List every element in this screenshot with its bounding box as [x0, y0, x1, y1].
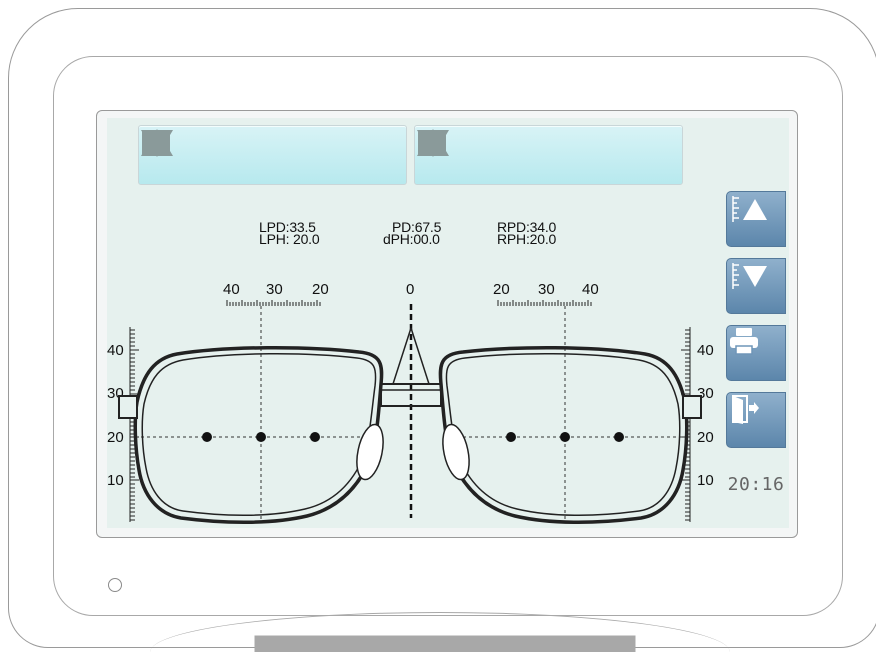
- right-hinge: [682, 395, 702, 419]
- ruler-down-icon: [732, 263, 767, 289]
- left-hinge: [118, 395, 138, 419]
- clock-display: 20:16: [727, 474, 785, 495]
- print-button[interactable]: [726, 325, 786, 381]
- left-measure-point[interactable]: [202, 432, 212, 442]
- exit-door-icon: [732, 395, 759, 424]
- left-nose-pad: [356, 423, 384, 481]
- display-screen: LPD:33.5 LPH: 20.0 PD:67.5 dPH:00.0 RPD:…: [107, 118, 789, 528]
- top-scale-right-ticks: [497, 300, 592, 306]
- ruler-down-button[interactable]: [726, 258, 786, 314]
- ruler-up-button[interactable]: [726, 191, 786, 247]
- right-pupil-center[interactable]: [560, 432, 570, 442]
- left-measure-point[interactable]: [310, 432, 320, 442]
- frame-tracing-canvas: [118, 300, 702, 524]
- left-pupil-center[interactable]: [256, 432, 266, 442]
- right-measure-point[interactable]: [506, 432, 516, 442]
- power-indicator-icon[interactable]: [108, 578, 122, 592]
- ruler-up-icon: [732, 196, 767, 222]
- top-scale-left-ticks: [226, 300, 321, 306]
- printer-icon: [730, 328, 758, 355]
- right-nose-pad: [442, 423, 470, 481]
- exit-button[interactable]: [726, 392, 786, 448]
- right-measure-point[interactable]: [614, 432, 624, 442]
